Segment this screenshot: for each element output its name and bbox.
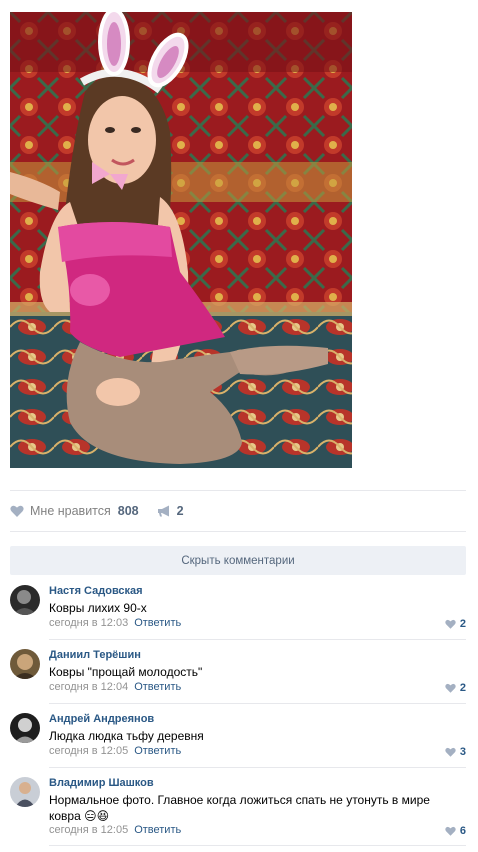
divider-actions (10, 531, 466, 532)
photo-image (10, 12, 352, 468)
like-count: 808 (117, 504, 139, 518)
comment-text: Ковры "прощай молодость" (49, 665, 203, 679)
share-count: 2 (176, 504, 184, 518)
avatar[interactable] (10, 713, 40, 743)
heart-icon (445, 683, 456, 693)
comment-like-count: 2 (459, 682, 466, 694)
comment-author[interactable]: Настя Садовская (49, 585, 143, 597)
comment-divider (49, 703, 466, 704)
megaphone-icon (157, 505, 169, 517)
comment-meta: сегодня в 12:03 Ответить (49, 617, 181, 629)
like-button[interactable]: Мне нравится 808 (10, 504, 139, 518)
comment-divider (49, 845, 466, 846)
comment-like-count: 6 (459, 825, 466, 837)
comment-time[interactable]: сегодня в 12:05 (49, 745, 128, 757)
comment-item: Андрей Андреянов Людка людка тьфу деревн… (10, 713, 466, 767)
divider-top (10, 490, 466, 491)
share-button[interactable]: 2 (157, 504, 184, 518)
comment-like-button[interactable]: 6 (445, 825, 466, 837)
comment-time[interactable]: сегодня в 12:05 (49, 824, 128, 836)
heart-icon (445, 826, 456, 836)
comment-item: Владимир Шашков Нормальное фото. Главное… (10, 777, 466, 843)
hide-comments-button[interactable]: Скрыть комментарии (10, 546, 466, 575)
like-label: Мне нравится (30, 504, 111, 518)
heart-icon (10, 505, 24, 517)
comment-meta: сегодня в 12:05 Ответить (49, 824, 181, 836)
comment-time[interactable]: сегодня в 12:04 (49, 681, 128, 693)
heart-icon (445, 747, 456, 757)
comment-author[interactable]: Андрей Андреянов (49, 713, 154, 725)
comment-text: Людка людка тьфу деревня (49, 729, 204, 743)
avatar[interactable] (10, 777, 40, 807)
avatar[interactable] (10, 649, 40, 679)
comment-like-count: 2 (459, 618, 466, 630)
comment-divider (49, 767, 466, 768)
comment-like-button[interactable]: 2 (445, 682, 466, 694)
comment-author[interactable]: Даниил Терёшин (49, 649, 141, 661)
comment-like-button[interactable]: 2 (445, 618, 466, 630)
comment-meta: сегодня в 12:05 Ответить (49, 745, 181, 757)
post-photo[interactable] (10, 12, 352, 468)
comment-time[interactable]: сегодня в 12:03 (49, 617, 128, 629)
comment-text: Нормальное фото. Главное когда ложиться … (49, 793, 430, 823)
reply-button[interactable]: Ответить (134, 745, 181, 757)
comment-divider (49, 639, 466, 640)
comment-like-count: 3 (459, 746, 466, 758)
comment-item: Даниил Терёшин Ковры "прощай молодость" … (10, 649, 466, 703)
comment-item: Настя Садовская Ковры лихих 90-х сегодня… (10, 585, 466, 639)
reply-button[interactable]: Ответить (134, 824, 181, 836)
post-actions: Мне нравится 808 2 (10, 500, 184, 522)
comment-text: Ковры лихих 90-х (49, 601, 147, 615)
comment-like-button[interactable]: 3 (445, 746, 466, 758)
comment-meta: сегодня в 12:04 Ответить (49, 681, 181, 693)
heart-icon (445, 619, 456, 629)
avatar[interactable] (10, 585, 40, 615)
reply-button[interactable]: Ответить (134, 681, 181, 693)
reply-button[interactable]: Ответить (134, 617, 181, 629)
comment-author[interactable]: Владимир Шашков (49, 777, 154, 789)
